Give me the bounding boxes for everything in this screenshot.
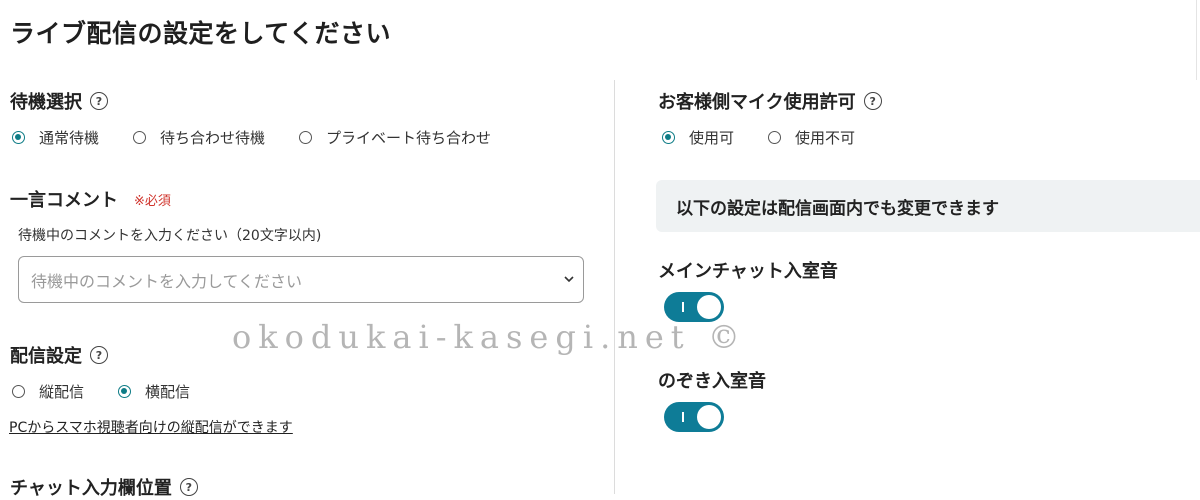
watermark: okodukai-kasegi.net © [232,318,747,356]
page-title: ライブ配信の設定をしてください [10,19,392,48]
broadcast-radio-group: 縦配信 横配信 [12,381,224,402]
comment-hint: 待機中のコメントを入力ください（20文字以内) [18,228,322,244]
panel-edge [1196,0,1197,80]
mic-option-label: 使用不可 [795,129,856,147]
help-icon[interactable]: ? [90,92,108,110]
toggle-knob [697,405,721,429]
radio-selected-icon[interactable] [662,131,675,144]
chat-position-heading-label: チャット入力欄位置 [10,478,172,499]
vertical-broadcast-link[interactable]: PCからスマホ視聴者向けの縦配信ができます [9,417,293,437]
help-icon[interactable]: ? [863,92,882,110]
broadcast-option-label: 縦配信 [39,383,85,401]
main-chat-sound-heading: メインチャット入室音 [658,261,838,282]
standby-option-label: プライベート待ち合わせ [326,129,492,147]
radio-icon[interactable] [299,131,313,144]
broadcast-heading-label: 配信設定 [10,346,82,367]
comment-section-heading: 一言コメント ※必須 [10,186,171,212]
info-banner: 以下の設定は配信画面内でも変更できます [656,180,1200,232]
standby-option-label: 待ち合わせ待機 [160,129,266,147]
broadcast-option-horizontal[interactable]: 横配信 [118,381,190,402]
comment-heading-label: 一言コメント [10,190,118,211]
standby-option-label: 通常待機 [39,129,100,147]
mic-section-heading: お客様側マイク使用許可 ? [658,88,882,114]
comment-select[interactable]: 待機中のコメントを入力してください [18,256,584,303]
peek-sound-heading: のぞき入室音 [658,371,766,392]
help-icon[interactable]: ? [179,478,198,496]
standby-option-meetup[interactable]: 待ち合わせ待機 [133,127,265,148]
toggle-knob [697,295,721,319]
column-divider [614,80,615,494]
broadcast-option-vertical[interactable]: 縦配信 [12,381,84,402]
mic-option-allow[interactable]: 使用可 [662,127,734,148]
toggle-on-indicator [682,302,684,312]
standby-option-normal[interactable]: 通常待機 [12,127,99,148]
radio-icon[interactable] [133,131,147,144]
mic-option-deny[interactable]: 使用不可 [768,127,855,148]
help-icon[interactable]: ? [90,346,108,364]
radio-icon[interactable] [12,385,25,398]
standby-heading-label: 待機選択 [10,92,82,113]
mic-heading-label: お客様側マイク使用許可 [658,92,856,113]
required-badge: ※必須 [134,193,171,209]
comment-placeholder: 待機中のコメントを入力してください [31,271,303,291]
toggle-on-indicator [682,412,684,422]
broadcast-option-label: 横配信 [145,383,191,401]
peek-sound-toggle[interactable] [664,402,724,432]
standby-option-private[interactable]: プライベート待ち合わせ [299,127,491,148]
mic-radio-group: 使用可 使用不可 [662,127,889,148]
broadcast-section-heading: 配信設定 ? [10,342,108,368]
mic-option-label: 使用可 [689,129,735,147]
chevron-down-icon [564,276,574,283]
radio-selected-icon[interactable] [118,385,132,398]
standby-section-heading: 待機選択 ? [10,88,108,114]
chat-position-section-heading: チャット入力欄位置 ? [10,474,198,500]
radio-icon[interactable] [768,131,782,144]
standby-radio-group: 通常待機 待ち合わせ待機 プライベート待ち合わせ [12,127,525,148]
radio-selected-icon[interactable] [12,131,25,144]
